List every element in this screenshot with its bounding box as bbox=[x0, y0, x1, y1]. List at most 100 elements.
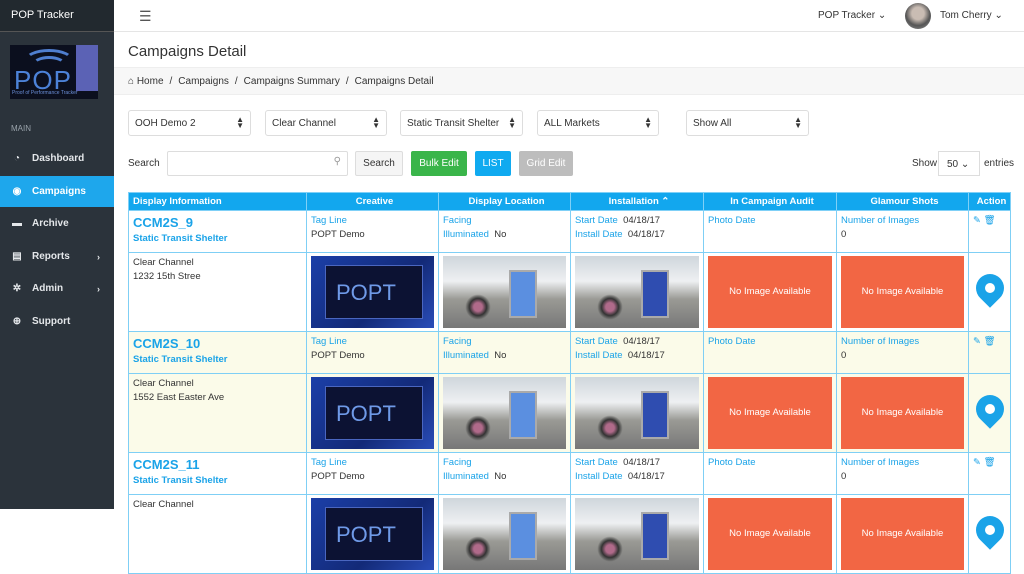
installation-photo[interactable] bbox=[575, 377, 699, 449]
sidebar-section-label: MAIN bbox=[11, 124, 31, 133]
search-button[interactable]: Search bbox=[355, 151, 403, 176]
map-pin-icon[interactable] bbox=[969, 389, 1010, 429]
hamburger-menu-icon[interactable]: ☰ bbox=[139, 8, 152, 25]
breadcrumb-campaigns[interactable]: Campaigns bbox=[178, 76, 229, 87]
table-row-media: Clear Channel 1552 East Easter Ave POPT N… bbox=[128, 373, 1011, 453]
address: 1232 15th Stree bbox=[133, 271, 201, 282]
column-header[interactable]: In Campaign Audit bbox=[703, 192, 837, 211]
sidebar-item-label: Archive bbox=[32, 218, 69, 229]
chevron-right-icon: › bbox=[97, 251, 100, 262]
number-of-images-value: 0 bbox=[841, 471, 847, 482]
circle-icon: ◉ bbox=[12, 186, 22, 197]
home-icon: ⌂ bbox=[128, 76, 137, 87]
illuminated-value: No bbox=[494, 229, 507, 240]
tag-line-label: Tag Line bbox=[311, 336, 347, 347]
start-date-value: 04/18/17 bbox=[623, 215, 661, 226]
location-photo[interactable] bbox=[443, 377, 566, 449]
installation-photo[interactable] bbox=[575, 256, 699, 328]
media-type-select-value: Static Transit Shelter bbox=[407, 118, 500, 129]
display-type: Static Transit Shelter bbox=[133, 354, 228, 365]
display-id-link[interactable]: CCM2S_9 bbox=[133, 214, 302, 232]
creative-image[interactable]: POPT bbox=[311, 256, 434, 328]
vendor-name: Clear Channel bbox=[133, 499, 194, 510]
entries-select[interactable]: 50 ⌄ bbox=[938, 151, 980, 176]
illuminated-value: No bbox=[494, 471, 507, 482]
install-date-label: Install Date bbox=[575, 471, 623, 482]
chevron-right-icon: › bbox=[97, 283, 100, 294]
sidebar-item-admin[interactable]: ✲ Admin › bbox=[0, 273, 114, 304]
chevron-down-icon: ⌄ bbox=[960, 159, 970, 170]
trash-icon[interactable]: 🗑 bbox=[984, 215, 996, 226]
status-select[interactable]: Show All ▲ ▼ bbox=[686, 110, 809, 136]
entries-value: 50 bbox=[947, 159, 959, 170]
display-type: Static Transit Shelter bbox=[133, 233, 228, 244]
gear-icon: ✲ bbox=[12, 283, 22, 294]
start-date-value: 04/18/17 bbox=[623, 336, 661, 347]
number-of-images-value: 0 bbox=[841, 229, 847, 240]
display-id-link[interactable]: CCM2S_11 bbox=[133, 456, 302, 474]
list-view-button[interactable]: LIST bbox=[475, 151, 511, 176]
search-icon: ⚲ bbox=[333, 156, 341, 167]
select-arrows-icon: ▲ ▼ bbox=[644, 115, 652, 130]
number-of-images-label: Number of Images bbox=[841, 457, 920, 468]
market-select[interactable]: ALL Markets ▲ ▼ bbox=[537, 110, 659, 136]
vendor-select[interactable]: Clear Channel ▲ ▼ bbox=[265, 110, 387, 136]
sidebar-item-label: Admin bbox=[32, 283, 64, 294]
edit-icon[interactable]: ✎ bbox=[973, 457, 981, 468]
select-arrows-icon: ▲ ▼ bbox=[236, 115, 244, 130]
sidebar: POP Tracker POP Proof of Performance Tra… bbox=[0, 0, 114, 509]
grid-edit-button[interactable]: Grid Edit bbox=[519, 151, 573, 176]
tag-line-value: POPT Demo bbox=[311, 350, 365, 361]
column-header[interactable]: Display Location bbox=[438, 192, 571, 211]
photo-date-label: Photo Date bbox=[708, 215, 756, 226]
table-row: CCM2S_11 Static Transit Shelter Tag Line P… bbox=[128, 452, 1011, 495]
audit-no-image: No Image Available bbox=[708, 256, 832, 328]
install-date-label: Install Date bbox=[575, 350, 623, 361]
sidebar-item-archive[interactable]: ▬ Archive bbox=[0, 208, 114, 239]
user-menu-dropdown[interactable]: Tom Cherry ⌄ bbox=[940, 10, 1003, 21]
breadcrumb-campaigns-summary[interactable]: Campaigns Summary bbox=[244, 76, 340, 87]
illuminated-label: Illuminated bbox=[443, 471, 489, 482]
market-select-value: ALL Markets bbox=[544, 118, 600, 129]
glamour-no-image: No Image Available bbox=[841, 256, 964, 328]
sidebar-item-reports[interactable]: ▤ Reports › bbox=[0, 241, 114, 272]
column-header[interactable]: Action bbox=[968, 192, 1011, 211]
audit-no-image: No Image Available bbox=[708, 377, 832, 449]
display-id-link[interactable]: CCM2S_10 bbox=[133, 335, 302, 353]
column-header[interactable]: Display Information bbox=[128, 192, 307, 211]
facing-label: Facing bbox=[443, 215, 472, 226]
sidebar-item-support[interactable]: ⊕ Support bbox=[0, 306, 114, 337]
map-pin-icon[interactable] bbox=[969, 268, 1010, 308]
sidebar-item-campaigns[interactable]: ◉ Campaigns bbox=[0, 176, 114, 207]
media-type-select[interactable]: Static Transit Shelter ▲ ▼ bbox=[400, 110, 523, 136]
start-date-label: Start Date bbox=[575, 457, 618, 468]
creative-image[interactable]: POPT bbox=[311, 377, 434, 449]
map-pin-icon[interactable] bbox=[969, 510, 1010, 550]
location-photo[interactable] bbox=[443, 256, 566, 328]
table-row-media: Clear Channel POPT No Image Available No… bbox=[128, 494, 1011, 574]
avatar[interactable] bbox=[905, 3, 931, 29]
trash-icon[interactable]: 🗑 bbox=[984, 336, 996, 347]
install-date-value: 04/18/17 bbox=[627, 471, 665, 482]
bulk-edit-button[interactable]: Bulk Edit bbox=[411, 151, 467, 176]
status-select-value: Show All bbox=[693, 118, 732, 129]
column-header[interactable]: Installation ⌃ bbox=[570, 192, 704, 211]
column-header[interactable]: Glamour Shots bbox=[836, 192, 969, 211]
edit-icon[interactable]: ✎ bbox=[973, 336, 981, 347]
entries-label: entries bbox=[984, 158, 1015, 169]
sidebar-item-dashboard[interactable]: ◔ Dashboard bbox=[0, 143, 114, 174]
app-menu-dropdown[interactable]: POP Tracker ⌄ bbox=[818, 10, 886, 21]
tag-line-value: POPT Demo bbox=[311, 229, 365, 240]
breadcrumb-home[interactable]: Home bbox=[137, 76, 164, 87]
display-type: Static Transit Shelter bbox=[133, 475, 228, 486]
column-header[interactable]: Creative bbox=[306, 192, 439, 211]
edit-icon[interactable]: ✎ bbox=[973, 215, 981, 226]
tag-line-value: POPT Demo bbox=[311, 471, 365, 482]
app-title[interactable]: POP Tracker bbox=[0, 0, 114, 32]
vendor-name: Clear Channel bbox=[133, 257, 194, 268]
trash-icon[interactable]: 🗑 bbox=[984, 457, 996, 468]
dashboard-icon: ◔ bbox=[13, 153, 21, 164]
campaign-select[interactable]: OOH Demo 2 ▲ ▼ bbox=[128, 110, 251, 136]
search-input[interactable]: ⚲ bbox=[167, 151, 348, 176]
show-label: Show bbox=[912, 158, 938, 169]
